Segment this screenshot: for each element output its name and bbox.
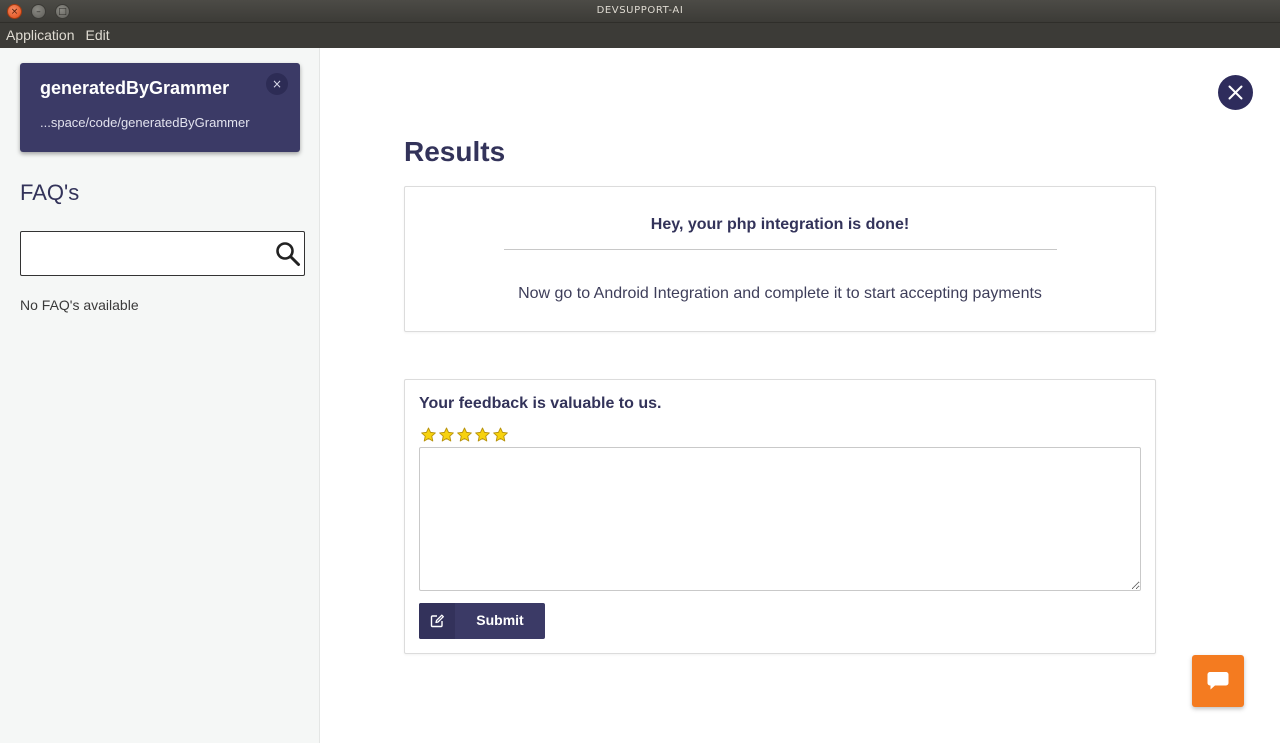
- faq-search-input[interactable]: [25, 236, 265, 271]
- sidebar: generatedByGrammer ...space/code/generat…: [0, 48, 320, 743]
- menu-edit[interactable]: Edit: [81, 23, 116, 47]
- feedback-card: Your feedback is valuable to us. Submit: [404, 379, 1156, 654]
- faq-empty-message: No FAQ's available: [20, 297, 139, 313]
- project-path: ...space/code/generatedByGrammer: [40, 115, 250, 130]
- result-divider: [504, 249, 1057, 250]
- main-close-button[interactable]: [1218, 75, 1253, 110]
- result-heading: Hey, your php integration is done!: [650, 216, 910, 233]
- submit-icon-area: [419, 603, 455, 639]
- project-name: generatedByGrammer: [40, 78, 230, 98]
- window-titlebar: × – □ DEVSUPPORT-AI: [0, 0, 1280, 23]
- edit-icon: [430, 614, 444, 628]
- menubar: Application Edit: [0, 23, 1280, 48]
- star-icon[interactable]: [474, 427, 491, 443]
- search-icon[interactable]: [275, 241, 301, 267]
- window-title: DEVSUPPORT-AI: [596, 5, 684, 16]
- star-icon[interactable]: [420, 427, 437, 443]
- close-icon: [1228, 85, 1243, 100]
- faq-title: FAQ's: [20, 180, 80, 205]
- feedback-title: Your feedback is valuable to us.: [419, 395, 662, 412]
- feedback-textarea[interactable]: [419, 447, 1141, 591]
- result-message: Now go to Android Integration and comple…: [518, 285, 1042, 302]
- chat-button[interactable]: [1192, 655, 1244, 707]
- project-close-button[interactable]: ×: [266, 73, 288, 95]
- page-title: Results: [404, 136, 506, 167]
- faq-search-box: [20, 231, 305, 276]
- chat-icon: [1207, 672, 1229, 690]
- close-icon: ×: [271, 77, 283, 91]
- menu-application[interactable]: Application: [0, 23, 81, 47]
- submit-button[interactable]: Submit: [419, 603, 545, 639]
- star-icon[interactable]: [492, 427, 509, 443]
- result-card: Hey, your php integration is done! Now g…: [404, 186, 1156, 332]
- star-rating[interactable]: [420, 427, 510, 443]
- submit-label: Submit: [476, 612, 524, 628]
- project-card[interactable]: generatedByGrammer ...space/code/generat…: [20, 63, 300, 152]
- star-icon[interactable]: [456, 427, 473, 443]
- star-icon[interactable]: [438, 427, 455, 443]
